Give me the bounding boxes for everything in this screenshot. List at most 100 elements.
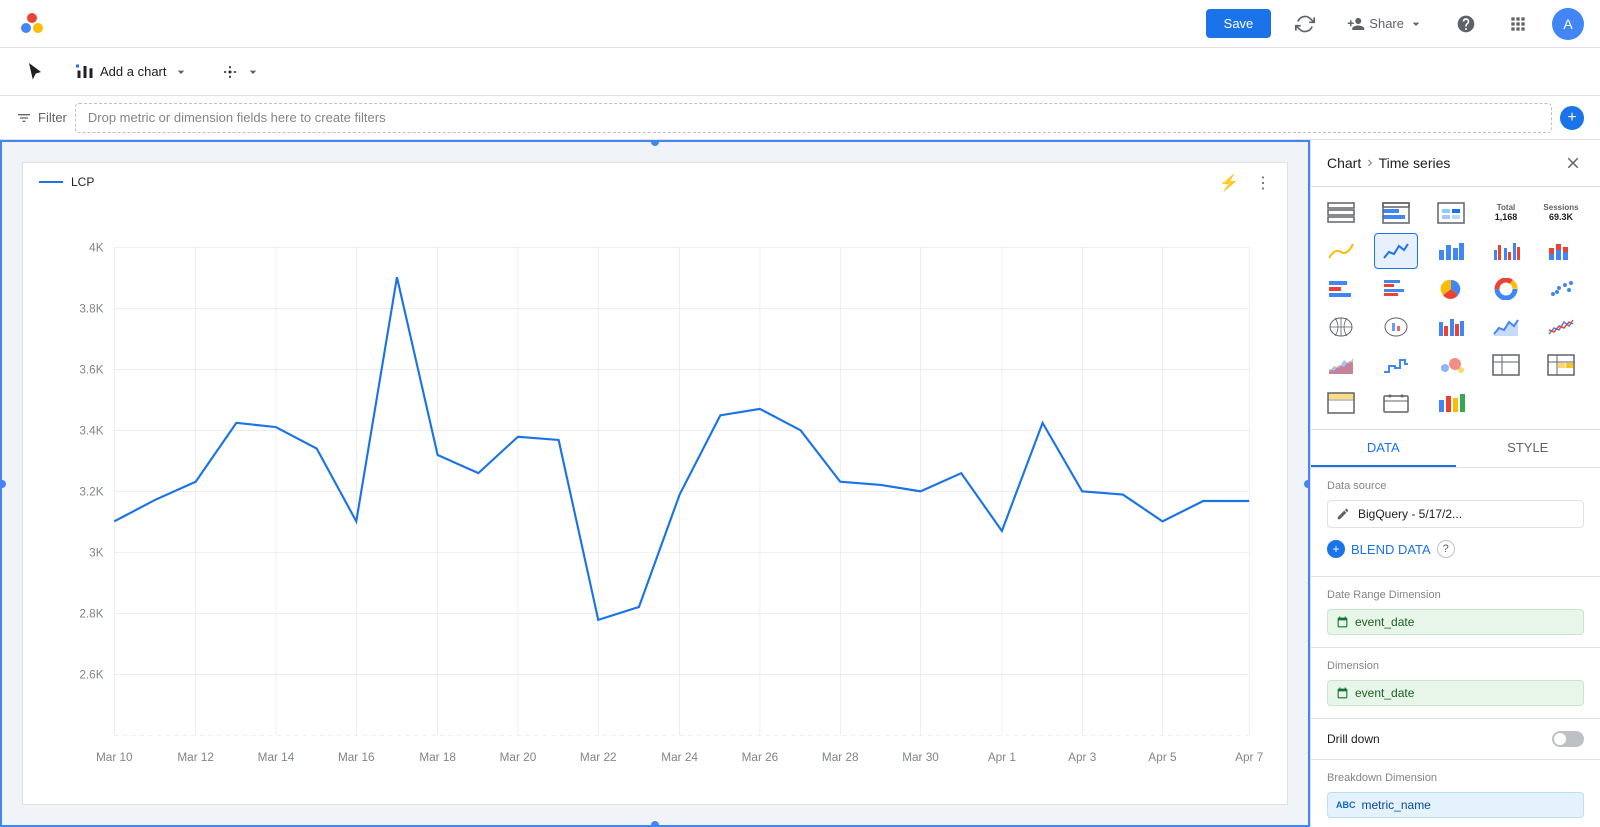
- svg-text:Mar 30: Mar 30: [902, 751, 939, 764]
- filter-drop-placeholder: Drop metric or dimension fields here to …: [88, 110, 386, 125]
- drill-down-row: Drill down: [1327, 731, 1584, 747]
- refresh-icon: [1295, 14, 1315, 34]
- filter-drop-zone[interactable]: Drop metric or dimension fields here to …: [75, 103, 1552, 133]
- save-button[interactable]: Save: [1206, 9, 1272, 38]
- chart-type-table-heatmap[interactable]: [1429, 195, 1473, 231]
- legend-label: LCP: [71, 175, 94, 189]
- svg-text:Mar 16: Mar 16: [338, 751, 375, 764]
- chart-type-calendar[interactable]: [1374, 385, 1418, 421]
- chart-type-smoothline[interactable]: [1319, 233, 1363, 269]
- drill-down-toggle[interactable]: [1552, 731, 1584, 747]
- blend-help-icon[interactable]: ?: [1437, 540, 1455, 558]
- chart-type-multiline[interactable]: [1539, 309, 1583, 345]
- svg-text:Mar 22: Mar 22: [580, 751, 617, 764]
- svg-text:Mar 14: Mar 14: [258, 751, 295, 764]
- chart-type-area-line[interactable]: [1484, 309, 1528, 345]
- drill-down-label: Drill down: [1327, 732, 1380, 746]
- chart-bolt-button[interactable]: ⚡: [1215, 171, 1243, 195]
- svg-text:3.8K: 3.8K: [79, 303, 103, 316]
- filter-label-area: Filter: [16, 110, 67, 126]
- chart-type-line[interactable]: [1374, 233, 1418, 269]
- chart-type-area-filled[interactable]: [1319, 347, 1363, 383]
- chart-type-table-pivot-2[interactable]: [1539, 347, 1583, 383]
- chart-area: ⚡ ⋮ LCP .grid-line { stroke: #e0e0e0; st…: [0, 140, 1310, 827]
- chart-type-scorecard-total[interactable]: Total 1,168: [1484, 195, 1528, 231]
- svg-text:Mar 18: Mar 18: [419, 751, 456, 764]
- chart-type-donut[interactable]: [1484, 271, 1528, 307]
- chart-type-colored-bar[interactable]: [1429, 385, 1473, 421]
- chart-type-pie[interactable]: [1429, 271, 1473, 307]
- help-icon: [1456, 14, 1476, 34]
- svg-text:Mar 20: Mar 20: [500, 751, 537, 764]
- tab-data[interactable]: DATA: [1311, 430, 1456, 467]
- dimension-value: event_date: [1355, 686, 1414, 700]
- panel-tabs: DATA STYLE: [1311, 430, 1600, 468]
- chart-type-bar[interactable]: [1429, 233, 1473, 269]
- svg-text:Apr 3: Apr 3: [1068, 751, 1097, 764]
- chart-type-horizontal-bar[interactable]: [1319, 271, 1363, 307]
- chart-type-grid: Total 1,168 Sessions 69.3K: [1311, 187, 1600, 430]
- apps-button[interactable]: [1500, 10, 1536, 38]
- svg-text:2.8K: 2.8K: [79, 608, 103, 621]
- add-chart-label: Add a chart: [100, 64, 167, 79]
- panel-close-button[interactable]: [1562, 152, 1584, 174]
- svg-text:3.6K: 3.6K: [79, 364, 103, 377]
- chart-more-button[interactable]: ⋮: [1251, 171, 1275, 195]
- chart-type-step-line[interactable]: [1374, 347, 1418, 383]
- chart-type-horizontal-multibar[interactable]: [1374, 271, 1418, 307]
- resize-handle-top[interactable]: [651, 140, 659, 146]
- svg-text:Mar 24: Mar 24: [661, 751, 698, 764]
- chart-type-geo[interactable]: [1319, 309, 1363, 345]
- select-tool-button[interactable]: [16, 57, 54, 87]
- chart-type-table-pivot[interactable]: [1484, 347, 1528, 383]
- date-range-section: Date Range Dimension event_date: [1311, 577, 1600, 648]
- svg-text:4K: 4K: [89, 242, 104, 255]
- svg-text:3.2K: 3.2K: [79, 486, 103, 499]
- chart-type-grouped-bar[interactable]: [1429, 309, 1473, 345]
- share-button[interactable]: Share: [1339, 11, 1432, 37]
- svg-text:Mar 28: Mar 28: [822, 751, 859, 764]
- resize-handle-right[interactable]: [1304, 480, 1310, 488]
- breakdown-title: Breakdown Dimension: [1327, 772, 1584, 784]
- chart-type-table-2[interactable]: [1374, 195, 1418, 231]
- breakdown-chip[interactable]: ABC metric_name: [1327, 792, 1584, 818]
- tab-style[interactable]: STYLE: [1456, 430, 1600, 467]
- drill-down-section: Drill down: [1311, 719, 1600, 760]
- breakdown-value: metric_name: [1362, 798, 1431, 812]
- chart-type-multibar[interactable]: [1484, 233, 1528, 269]
- svg-text:Apr 5: Apr 5: [1148, 751, 1177, 764]
- chart-type-scatter[interactable]: [1539, 271, 1583, 307]
- blend-data-label: BLEND DATA: [1351, 542, 1431, 557]
- add-chart-button[interactable]: Add a chart: [66, 57, 199, 87]
- add-filter-button[interactable]: +: [1560, 106, 1584, 130]
- blend-data-button[interactable]: + BLEND DATA ?: [1327, 534, 1455, 564]
- dimension-chip[interactable]: event_date: [1327, 680, 1584, 706]
- help-button[interactable]: [1448, 10, 1484, 38]
- chart-type-geo-bar[interactable]: [1374, 309, 1418, 345]
- right-panel: Chart › Time series Total: [1310, 140, 1600, 827]
- breadcrumb-type: Time series: [1379, 155, 1451, 171]
- chart-type-table-1[interactable]: [1319, 195, 1363, 231]
- resize-handle-left[interactable]: [0, 480, 6, 488]
- refresh-button[interactable]: [1287, 10, 1323, 38]
- chart-type-scorecard-sessions[interactable]: Sessions 69.3K: [1539, 195, 1583, 231]
- breakdown-section: Breakdown Dimension ABC metric_name: [1311, 760, 1600, 827]
- date-range-chip[interactable]: event_date: [1327, 609, 1584, 635]
- main-area: ⚡ ⋮ LCP .grid-line { stroke: #e0e0e0; st…: [0, 140, 1600, 827]
- add-control-button[interactable]: [211, 57, 271, 87]
- chart-type-stackedbar[interactable]: [1539, 233, 1583, 269]
- chart-legend: LCP: [39, 175, 94, 189]
- avatar[interactable]: A: [1552, 8, 1584, 40]
- dimension-title: Dimension: [1327, 660, 1584, 672]
- apps-icon: [1508, 14, 1528, 34]
- calendar-icon: [1336, 616, 1349, 629]
- toolbar: Add a chart: [0, 48, 1600, 96]
- chart-type-bubble[interactable]: [1429, 347, 1473, 383]
- data-source-row[interactable]: BigQuery - 5/17/2...: [1327, 500, 1584, 528]
- resize-handle-bottom[interactable]: [651, 821, 659, 827]
- filterbar: Filter Drop metric or dimension fields h…: [0, 96, 1600, 140]
- filter-text: Filter: [38, 110, 67, 125]
- svg-text:3.4K: 3.4K: [79, 425, 103, 438]
- top-actions: Save Share A: [1206, 8, 1584, 40]
- chart-type-table-3[interactable]: [1319, 385, 1363, 421]
